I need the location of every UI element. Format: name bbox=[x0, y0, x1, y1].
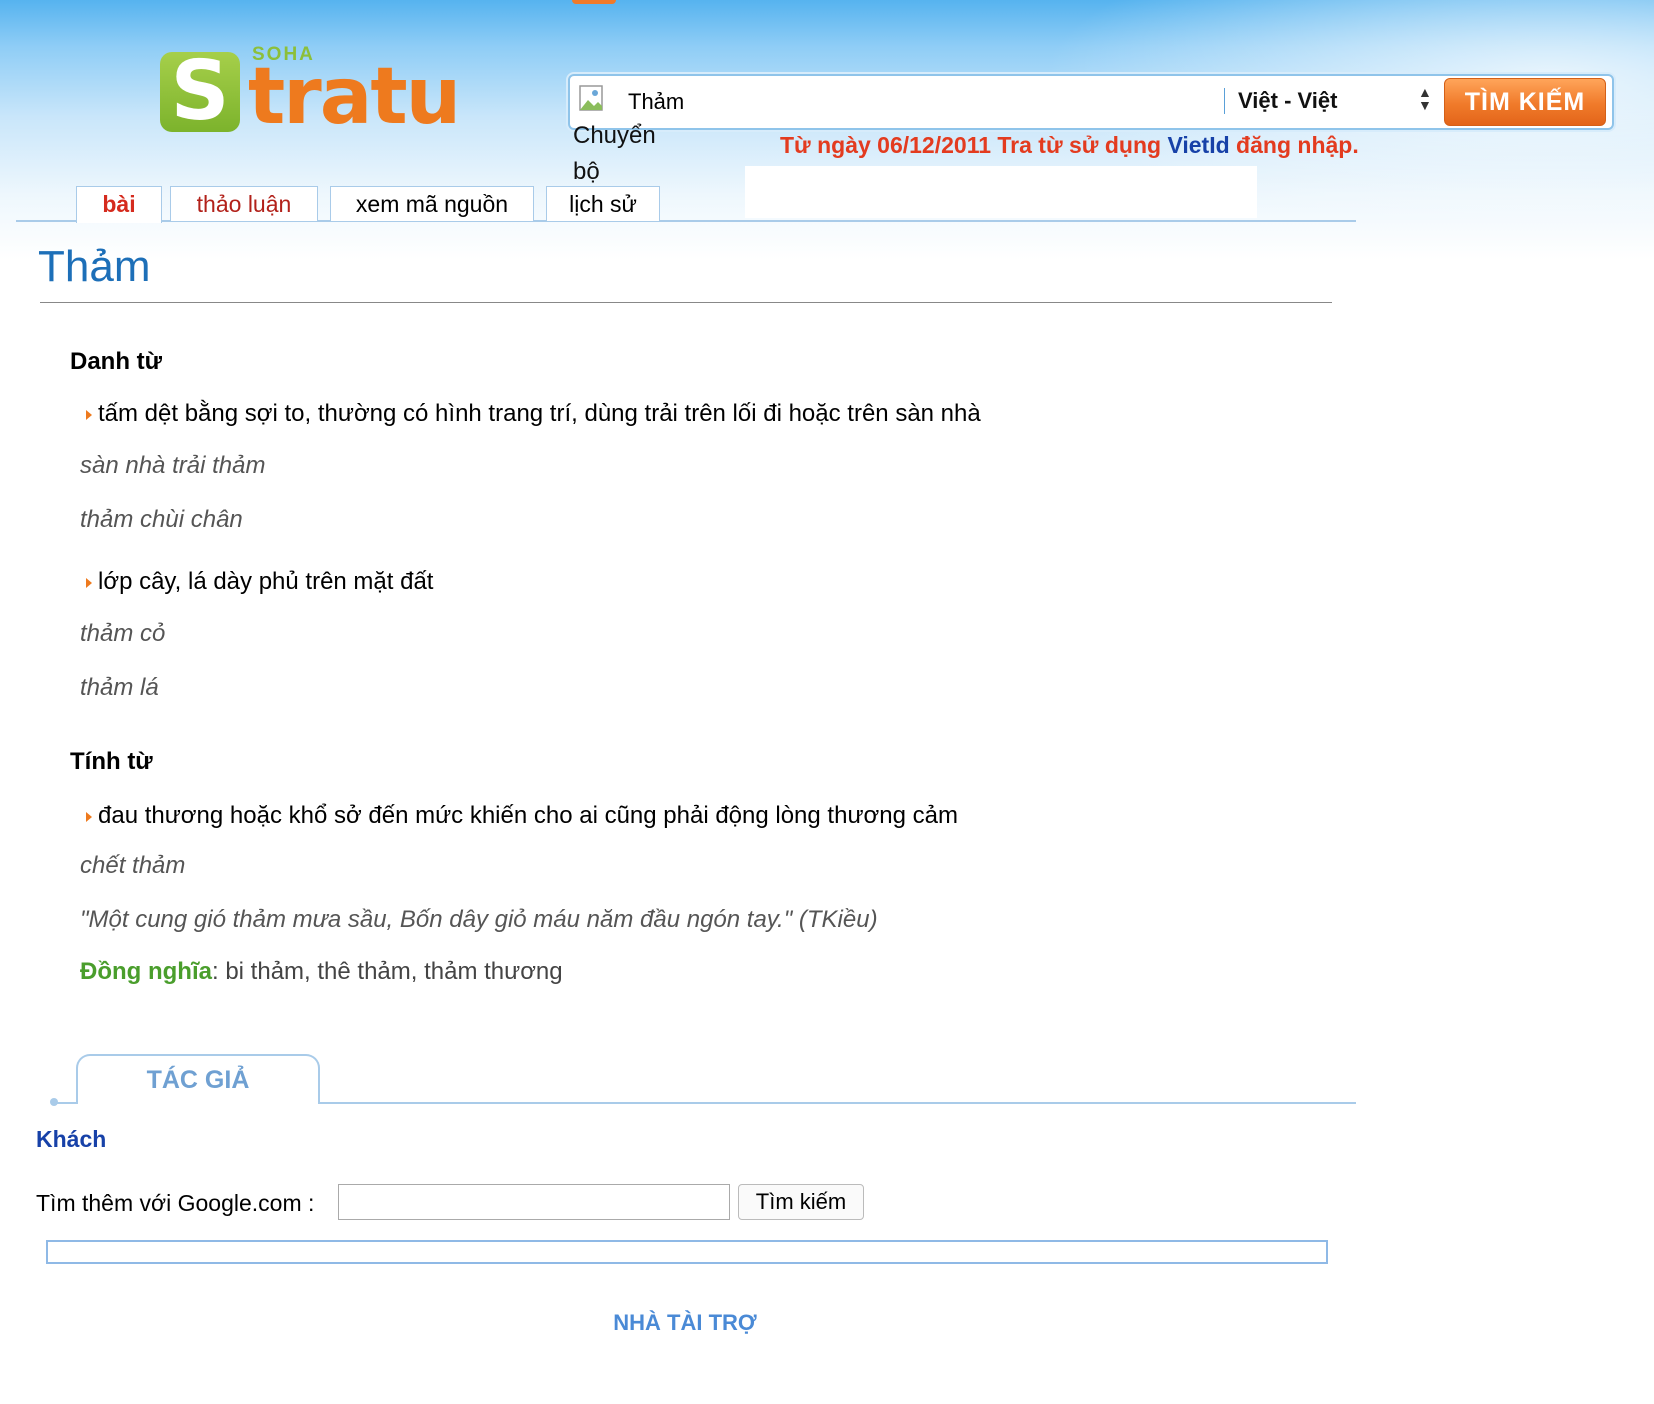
site-logo[interactable]: S SOHA tratu bbox=[160, 44, 461, 142]
tab-article[interactable]: bài bbox=[76, 186, 162, 223]
google-search-button[interactable]: Tìm kiếm bbox=[738, 1184, 864, 1220]
example-item: thảm lá bbox=[80, 674, 159, 701]
google-search-input[interactable] bbox=[338, 1184, 730, 1220]
sponsor-heading: NHÀ TÀI TRỢ bbox=[613, 1310, 757, 1335]
example-item: thảm chùi chân bbox=[80, 506, 243, 533]
search-input[interactable] bbox=[626, 86, 1180, 118]
blank-ad-area bbox=[745, 166, 1257, 218]
title-divider bbox=[40, 302, 1332, 303]
google-search-label: Tìm thêm với Google.com : bbox=[36, 1190, 315, 1216]
definition-text: lớp cây, lá dày phủ trên mặt đất bbox=[98, 568, 434, 595]
part-of-speech-noun: Danh từ bbox=[70, 348, 163, 375]
select-arrows-icon: ▲ ▼ bbox=[1418, 84, 1432, 113]
empty-content-box bbox=[46, 1240, 1328, 1264]
definition-item: lớp cây, lá dày phủ trên mặt đất bbox=[86, 568, 433, 596]
bullet-arrow-icon bbox=[86, 811, 92, 822]
page-title: Thảm bbox=[38, 242, 151, 291]
notice-text-after: đăng nhập. bbox=[1229, 132, 1359, 158]
tab-view-source[interactable]: xem mã nguồn bbox=[330, 186, 534, 221]
definition-item: đau thương hoặc khổ sở đến mức khiến cho… bbox=[86, 802, 958, 830]
example-item: "Một cung gió thảm mưa sầu, Bốn dây giỏ … bbox=[80, 906, 878, 933]
definition-text: tấm dệt bằng sợi to, thường có hình tran… bbox=[98, 400, 981, 427]
author-line-dot bbox=[50, 1098, 58, 1106]
vietid-link[interactable]: VietId bbox=[1167, 132, 1229, 158]
language-separator bbox=[1224, 88, 1225, 114]
example-item: thảm cỏ bbox=[80, 620, 166, 647]
example-item: chết thảm bbox=[80, 852, 186, 879]
broken-image-icon bbox=[579, 85, 603, 111]
example-item: sàn nhà trải thảm bbox=[80, 452, 266, 479]
top-navigation-strip bbox=[440, 0, 1654, 6]
synonyms: Đồng nghĩa: bi thảm, thê thảm, thảm thươ… bbox=[80, 958, 563, 986]
language-select[interactable]: Việt - Việt bbox=[1238, 84, 1428, 118]
synonyms-values: bi thảm, thê thảm, thảm thương bbox=[225, 958, 563, 985]
bullet-arrow-icon bbox=[86, 409, 92, 420]
part-of-speech-adjective: Tính từ bbox=[70, 748, 153, 775]
logo-wordmark: tratu bbox=[248, 52, 461, 142]
logo-s-mark: S bbox=[160, 51, 240, 133]
login-notice: Từ ngày 06/12/2011 Tra từ sử dụng VietId… bbox=[780, 132, 1359, 159]
top-nav-badge bbox=[572, 0, 616, 4]
tab-discussion[interactable]: thảo luận bbox=[170, 186, 318, 221]
author-name-link[interactable]: Khách bbox=[36, 1126, 106, 1153]
search-bar: Việt - Việt ▲▼ TÌM KIẾM bbox=[568, 74, 1614, 130]
synonyms-label[interactable]: Đồng nghĩa bbox=[80, 958, 212, 985]
synonyms-separator: : bbox=[211, 958, 226, 985]
search-button[interactable]: TÌM KIẾM bbox=[1444, 78, 1606, 126]
image-alt-text: Chuyển bộ bbox=[573, 122, 656, 185]
notice-text-before: Từ ngày 06/12/2011 Tra từ sử dụng bbox=[780, 132, 1168, 158]
definition-item: tấm dệt bằng sợi to, thường có hình tran… bbox=[86, 400, 981, 428]
tab-history[interactable]: lịch sử bbox=[546, 186, 660, 221]
author-tab[interactable]: TÁC GIẢ bbox=[76, 1054, 320, 1104]
definition-text: đau thương hoặc khổ sở đến mức khiến cho… bbox=[98, 802, 958, 829]
bullet-arrow-icon bbox=[86, 577, 92, 588]
